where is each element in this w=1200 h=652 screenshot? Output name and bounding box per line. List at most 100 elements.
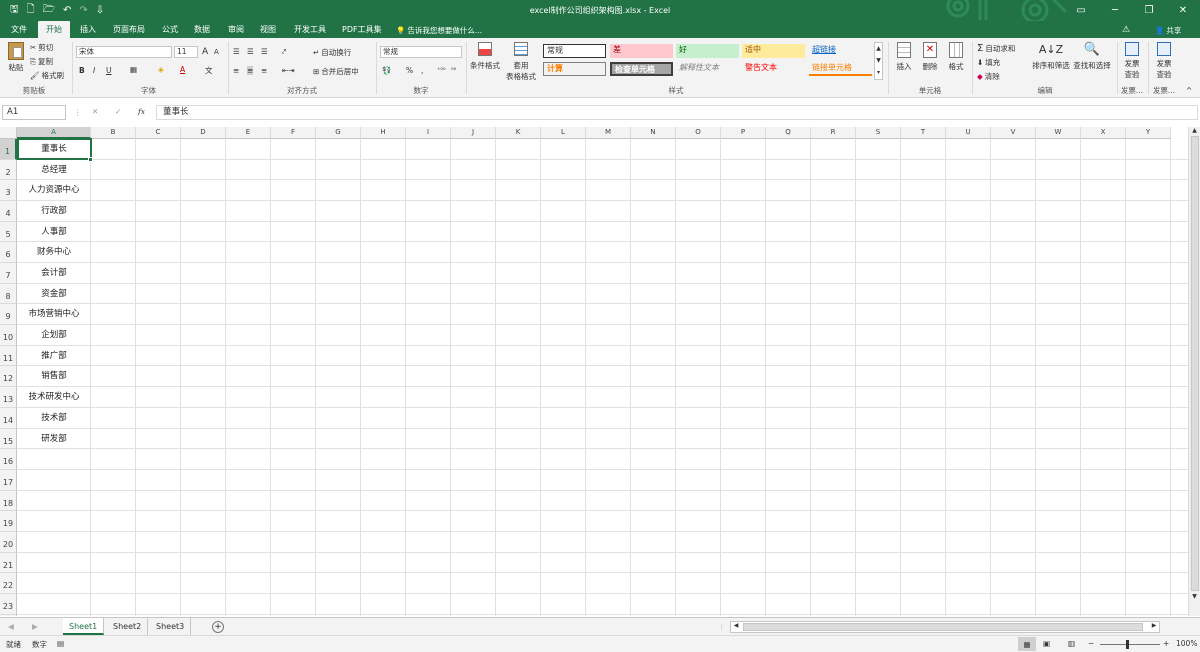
- column-header[interactable]: J: [451, 127, 496, 139]
- row-header[interactable]: 22: [0, 573, 17, 594]
- sheet-tab-2[interactable]: Sheet2: [107, 618, 149, 635]
- column-header[interactable]: W: [1036, 127, 1081, 139]
- format-cells-button[interactable]: 格式: [945, 42, 967, 72]
- zoom-out-button[interactable]: −: [1088, 639, 1094, 648]
- style-check-cell[interactable]: 检查单元格: [610, 62, 673, 76]
- phonetic-icon[interactable]: 文: [205, 65, 213, 76]
- row-header[interactable]: 19: [0, 511, 17, 532]
- grow-font-button[interactable]: A: [202, 47, 208, 57]
- cell-a15[interactable]: 研发部: [17, 429, 91, 450]
- increase-decimal-icon[interactable]: ⁺⁰⁰: [437, 66, 446, 74]
- column-header[interactable]: V: [991, 127, 1036, 139]
- cell-a3[interactable]: 人力资源中心: [17, 180, 91, 201]
- column-header[interactable]: T: [901, 127, 946, 139]
- row-header[interactable]: 16: [0, 449, 17, 470]
- tab-insert[interactable]: 插入: [72, 21, 104, 38]
- cell-a12[interactable]: 销售部: [17, 366, 91, 387]
- autosum-button[interactable]: Σ 自动求和: [977, 43, 1015, 54]
- style-bad[interactable]: 差: [610, 44, 673, 58]
- insert-function-icon[interactable]: fx: [138, 107, 145, 116]
- tab-pdf-tools[interactable]: PDF工具集: [334, 21, 390, 38]
- row-header[interactable]: 20: [0, 531, 17, 553]
- enter-icon[interactable]: ✓: [115, 107, 121, 116]
- row-header[interactable]: 9: [0, 304, 17, 326]
- column-header[interactable]: E: [226, 127, 271, 139]
- borders-icon[interactable]: ▦: [130, 65, 137, 74]
- copy-button[interactable]: ⎘ 复制: [30, 56, 53, 67]
- insert-cells-button[interactable]: 插入: [893, 42, 915, 72]
- fill-color-icon[interactable]: ◈: [158, 65, 164, 74]
- invoice-check-button-1[interactable]: 发票 查验: [1120, 42, 1144, 80]
- cell-a1[interactable]: 董事长: [17, 139, 91, 160]
- styles-scroll[interactable]: ▲ ▼ ▾: [874, 42, 883, 80]
- page-break-view-icon[interactable]: ▥: [1068, 639, 1075, 648]
- warning-icon[interactable]: ⚠: [1122, 25, 1130, 35]
- invoice-check-button-2[interactable]: 发票 查验: [1152, 42, 1176, 80]
- bottom-align-icon[interactable]: ☰: [261, 47, 268, 56]
- underline-button[interactable]: U: [106, 66, 112, 75]
- tab-file[interactable]: 文件: [3, 21, 35, 38]
- conditional-format-button[interactable]: 条件格式: [469, 42, 501, 71]
- column-header[interactable]: O: [676, 127, 721, 139]
- tab-formulas[interactable]: 公式: [154, 21, 186, 38]
- top-align-icon[interactable]: ☰: [233, 47, 240, 56]
- style-explanatory[interactable]: 解释性文本: [676, 62, 739, 76]
- column-header[interactable]: C: [136, 127, 181, 139]
- column-header[interactable]: Q: [766, 127, 811, 139]
- name-box[interactable]: A1: [2, 105, 66, 120]
- column-header[interactable]: D: [181, 127, 226, 139]
- column-header[interactable]: Y: [1126, 127, 1171, 139]
- font-size-select[interactable]: 11: [174, 46, 198, 58]
- row-header[interactable]: 6: [0, 242, 17, 264]
- orientation-icon[interactable]: ⤤: [282, 47, 286, 57]
- cell-a10[interactable]: 企划部: [17, 325, 91, 346]
- style-hyperlink[interactable]: 超链接: [809, 44, 872, 58]
- minimize-button[interactable]: ─: [1098, 0, 1132, 21]
- column-header[interactable]: H: [361, 127, 406, 139]
- decrease-decimal-icon[interactable]: ⁰⁰: [451, 66, 456, 74]
- prev-sheet-icon[interactable]: ◀: [8, 622, 14, 631]
- row-header[interactable]: 12: [0, 366, 17, 388]
- style-good[interactable]: 好: [676, 44, 739, 58]
- style-warning[interactable]: 警告文本: [742, 62, 805, 76]
- cell-a4[interactable]: 行政部: [17, 201, 91, 222]
- share-button[interactable]: 👤 共享: [1155, 25, 1181, 36]
- scroll-left-icon[interactable]: ◀: [731, 622, 741, 629]
- row-header[interactable]: 11: [0, 345, 17, 367]
- column-header[interactable]: L: [541, 127, 586, 139]
- indent-icon[interactable]: ⇤⇥: [282, 66, 295, 75]
- delete-cells-button[interactable]: ✕ 删除: [919, 42, 941, 72]
- row-header[interactable]: 21: [0, 552, 17, 574]
- row-header[interactable]: 24: [0, 614, 17, 616]
- column-header[interactable]: A: [17, 127, 91, 139]
- close-button[interactable]: ✕: [1166, 0, 1200, 21]
- sheet-tab-1[interactable]: Sheet1: [63, 618, 105, 635]
- fill-handle[interactable]: [88, 156, 93, 162]
- row-header[interactable]: 13: [0, 387, 17, 408]
- font-color-icon[interactable]: A: [180, 65, 185, 74]
- scroll-thumb[interactable]: [1190, 136, 1199, 591]
- tab-split-icon[interactable]: ⋮: [718, 622, 726, 631]
- style-calculation[interactable]: 计算: [543, 62, 606, 76]
- column-header[interactable]: K: [496, 127, 541, 139]
- row-header[interactable]: 23: [0, 593, 17, 615]
- column-header[interactable]: R: [811, 127, 856, 139]
- spreadsheet-grid[interactable]: A B C D E F G H I J K L M N O P Q R S T U V W X Y 1 董事长 2 总经理 3 人力资源中心…: [0, 127, 1188, 616]
- column-header[interactable]: P: [721, 127, 766, 139]
- bold-button[interactable]: B: [79, 66, 85, 75]
- zoom-slider[interactable]: [1100, 644, 1160, 645]
- style-normal[interactable]: 常规: [543, 44, 606, 58]
- center-align-icon[interactable]: ≡: [247, 66, 254, 75]
- tab-review[interactable]: 审阅: [220, 21, 252, 38]
- column-header[interactable]: I: [406, 127, 451, 139]
- next-sheet-icon[interactable]: ▶: [32, 622, 38, 631]
- column-header[interactable]: M: [586, 127, 631, 139]
- fill-button[interactable]: ⬇ 填充: [977, 57, 1000, 68]
- tab-view[interactable]: 视图: [252, 21, 284, 38]
- column-header[interactable]: S: [856, 127, 901, 139]
- cell-a11[interactable]: 推广部: [17, 346, 91, 367]
- middle-align-icon[interactable]: ☰: [247, 47, 254, 56]
- tab-developer[interactable]: 开发工具: [286, 21, 334, 38]
- row-header[interactable]: 1: [0, 139, 17, 160]
- percent-button[interactable]: %: [406, 66, 413, 75]
